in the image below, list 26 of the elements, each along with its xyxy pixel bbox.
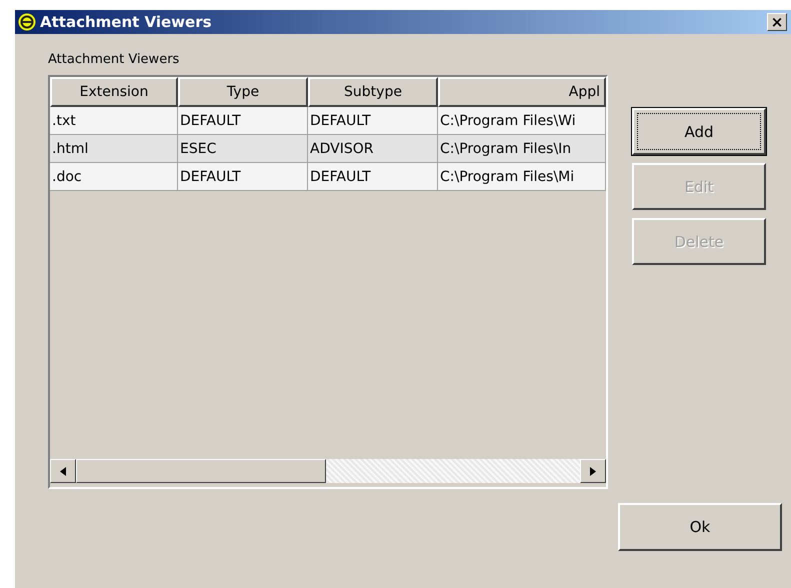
table-cell: ADVISOR bbox=[308, 135, 438, 163]
table-cell: DEFAULT bbox=[308, 107, 438, 135]
column-header[interactable]: Extension bbox=[50, 77, 178, 107]
group-label: Attachment Viewers bbox=[48, 52, 180, 67]
app-logo-icon bbox=[18, 13, 36, 31]
table-cell: C:\Program Files\Mi bbox=[438, 163, 606, 191]
column-header[interactable]: Appl bbox=[438, 77, 606, 107]
table-cell: DEFAULT bbox=[178, 107, 308, 135]
table-cell: .txt bbox=[50, 107, 178, 135]
scroll-right-icon[interactable] bbox=[590, 466, 596, 476]
table-cell: C:\Program Files\Wi bbox=[438, 107, 606, 135]
window-title: Attachment Viewers bbox=[40, 13, 213, 31]
table-cell: DEFAULT bbox=[178, 163, 308, 191]
close-button[interactable]: × bbox=[767, 13, 787, 31]
ok-button[interactable]: Ok bbox=[618, 503, 782, 551]
table-cell: .doc bbox=[50, 163, 178, 191]
column-header[interactable]: Type bbox=[178, 77, 308, 107]
horizontal-scrollbar[interactable] bbox=[50, 459, 606, 483]
scroll-left-icon[interactable] bbox=[60, 466, 66, 476]
scroll-thumb[interactable] bbox=[76, 459, 326, 483]
column-header[interactable]: Subtype bbox=[308, 77, 438, 107]
table-cell: DEFAULT bbox=[308, 163, 438, 191]
table-cell: ESEC bbox=[178, 135, 308, 163]
table-cell: .html bbox=[50, 135, 178, 163]
action-button[interactable]: Add bbox=[632, 108, 766, 155]
table-cell: C:\Program Files\In bbox=[438, 135, 606, 163]
